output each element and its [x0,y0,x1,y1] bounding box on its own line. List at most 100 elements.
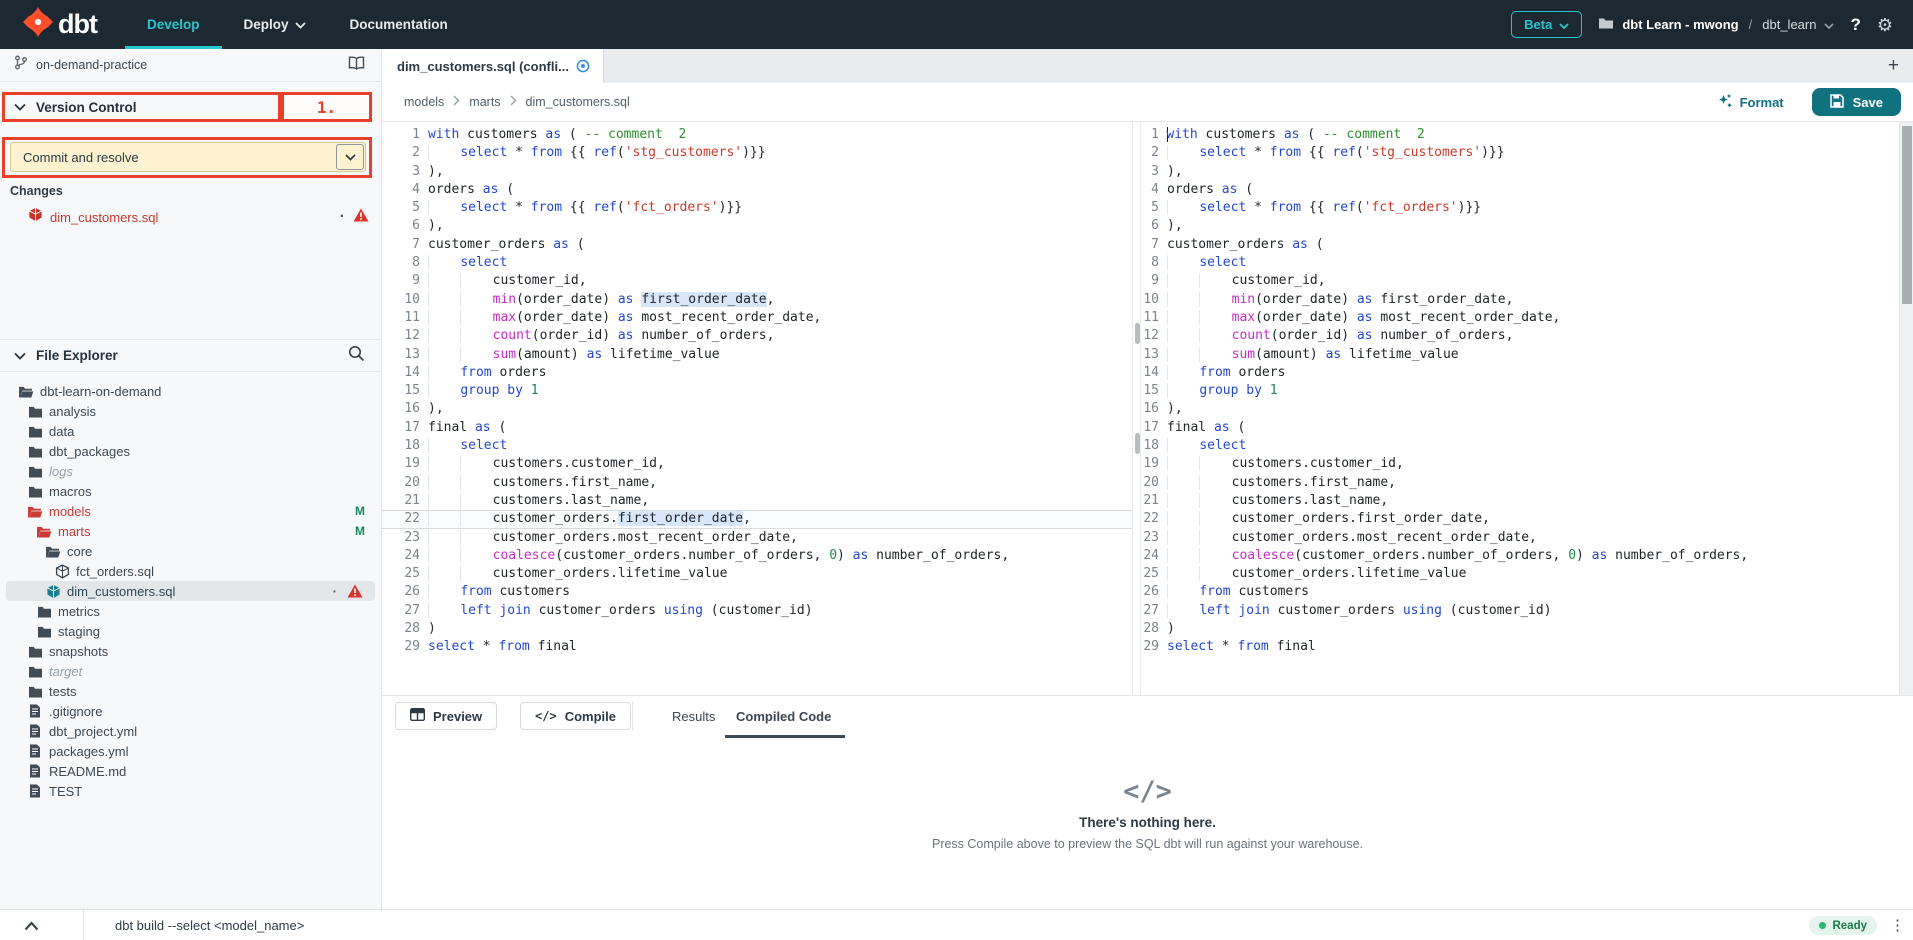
code-line[interactable]: ), [428,217,1009,235]
code-line[interactable]: customers.first_name, [428,474,1009,492]
nav-item-documentation[interactable]: Documentation [328,0,470,49]
code-line[interactable]: customer_orders as ( [1167,236,1748,254]
code-line[interactable]: customers.last_name, [1167,492,1748,510]
tree-item[interactable]: core [0,541,381,561]
code-line[interactable]: ), [1167,163,1748,181]
code-line[interactable]: ), [428,163,1009,181]
code-line[interactable]: select [1167,254,1748,272]
tab-results[interactable]: Results [672,709,715,724]
code-line[interactable]: select * from {{ ref('fct_orders')}} [428,199,1009,217]
code-line[interactable]: orders as ( [428,181,1009,199]
tree-item[interactable]: staging [0,621,381,641]
code-line[interactable]: ) [428,620,1009,638]
code-line[interactable]: customers.last_name, [428,492,1009,510]
code-line[interactable]: coalesce(customer_orders.number_of_order… [1167,547,1748,565]
code-line[interactable]: max(order_date) as most_recent_order_dat… [428,309,1009,327]
compile-button[interactable]: </> Compile [520,702,631,730]
file-explorer-header[interactable]: File Explorer [0,339,381,372]
code-column[interactable]: with customers as ( -- comment 2 select … [428,126,1009,695]
commit-dropdown-caret[interactable] [336,144,364,170]
preview-button[interactable]: Preview [395,702,497,730]
editor-pane-right[interactable]: 1234567891011121314151617181920212223242… [1140,122,1881,695]
nav-item-develop[interactable]: Develop [125,0,222,49]
changed-file-row[interactable]: dim_customers.sql · [0,206,381,228]
code-line[interactable]: customer_orders.most_recent_order_date, [428,529,1009,547]
tree-item[interactable]: fct_orders.sql [0,561,381,581]
code-line[interactable]: customer_id, [428,272,1009,290]
code-line[interactable]: select * from final [1167,638,1748,656]
search-icon[interactable] [348,345,365,367]
code-line[interactable]: customer_orders.first_order_date, [1167,510,1748,528]
branch-row[interactable]: on-demand-practice [0,49,381,82]
tree-item[interactable]: README.md [0,761,381,781]
save-button[interactable]: Save [1812,88,1901,116]
project-switcher[interactable]: dbt Learn - mwong / dbt_learn [1598,17,1834,33]
code-column[interactable]: with customers as ( -- comment 2 select … [1167,126,1748,695]
code-line[interactable]: final as ( [428,419,1009,437]
format-button[interactable]: Format [1717,93,1784,112]
code-line[interactable]: sum(amount) as lifetime_value [428,346,1009,364]
tree-item[interactable]: TEST [0,781,381,801]
breadcrumb-models[interactable]: models [404,95,444,109]
code-line[interactable]: customer_orders.most_recent_order_date, [1167,529,1748,547]
gear-icon[interactable]: ⚙ [1877,16,1893,34]
code-line[interactable]: select * from {{ ref('stg_customers')}} [428,144,1009,162]
editor-pane-left[interactable]: 1234567891011121314151617181920212223242… [382,122,1132,695]
code-line[interactable]: final as ( [1167,419,1748,437]
tree-item[interactable]: modelsM [0,501,381,521]
code-line[interactable]: customer_orders.lifetime_value [428,565,1009,583]
code-line[interactable]: from customers [1167,583,1748,601]
add-tab-button[interactable]: + [1888,56,1899,75]
tab-compiled-code[interactable]: Compiled Code [736,709,831,724]
code-line[interactable]: with customers as ( -- comment 2 [1167,126,1748,144]
chevron-up-icon[interactable] [24,918,39,936]
left-editor-scrollbar[interactable] [1132,122,1140,695]
docs-book-icon[interactable] [348,56,365,75]
tree-item[interactable]: packages.yml [0,741,381,761]
code-line[interactable]: sum(amount) as lifetime_value [1167,346,1748,364]
tree-item[interactable]: .gitignore [0,701,381,721]
tree-item[interactable]: snapshots [0,641,381,661]
scrollbar-thumb[interactable] [1902,126,1912,304]
code-line[interactable]: left join customer_orders using (custome… [428,602,1009,620]
code-line[interactable]: select [428,254,1009,272]
nav-item-deploy[interactable]: Deploy [222,0,328,49]
tree-item[interactable]: metrics [0,601,381,621]
code-line[interactable]: select [1167,437,1748,455]
code-line[interactable]: customer_orders.lifetime_value [1167,565,1748,583]
right-editor-scrollbar[interactable] [1899,122,1913,695]
tree-item[interactable]: logs [0,461,381,481]
tree-item[interactable]: target [0,661,381,681]
code-line[interactable]: select * from {{ ref('stg_customers')}} [1167,144,1748,162]
kebab-menu-icon[interactable]: ⋮ [1890,916,1905,934]
code-line[interactable]: ) [1167,620,1748,638]
tree-item[interactable]: data [0,421,381,441]
tab-dim-customers[interactable]: dim_customers.sql (confli... [382,49,604,83]
command-input[interactable]: dbt build --select <model_name> [115,918,304,933]
code-line[interactable]: select [428,437,1009,455]
code-line[interactable]: ), [1167,400,1748,418]
code-line[interactable]: min(order_date) as first_order_date, [428,291,1009,309]
code-line[interactable]: customer_orders.first_order_date, [428,510,1009,528]
breadcrumb-marts[interactable]: marts [469,95,500,109]
tree-item[interactable]: dbt_packages [0,441,381,461]
code-line[interactable]: customers.customer_id, [428,455,1009,473]
dbt-logo[interactable]: dbt [22,6,97,43]
code-line[interactable]: ), [428,400,1009,418]
code-line[interactable]: customer_id, [1167,272,1748,290]
code-line[interactable]: from orders [428,364,1009,382]
code-line[interactable]: orders as ( [1167,181,1748,199]
code-line[interactable]: select * from final [428,638,1009,656]
code-line[interactable]: customers.customer_id, [1167,455,1748,473]
code-line[interactable]: group by 1 [1167,382,1748,400]
code-line[interactable]: from orders [1167,364,1748,382]
code-line[interactable]: count(order_id) as number_of_orders, [428,327,1009,345]
tree-item[interactable]: dbt-learn-on-demand [0,381,381,401]
beta-button[interactable]: Beta [1511,11,1582,38]
breadcrumb-file[interactable]: dim_customers.sql [526,95,630,109]
tree-item[interactable]: dim_customers.sql· [6,581,375,601]
code-line[interactable]: customers.first_name, [1167,474,1748,492]
help-icon[interactable]: ? [1850,15,1860,35]
code-line[interactable]: coalesce(customer_orders.number_of_order… [428,547,1009,565]
code-line[interactable]: count(order_id) as number_of_orders, [1167,327,1748,345]
